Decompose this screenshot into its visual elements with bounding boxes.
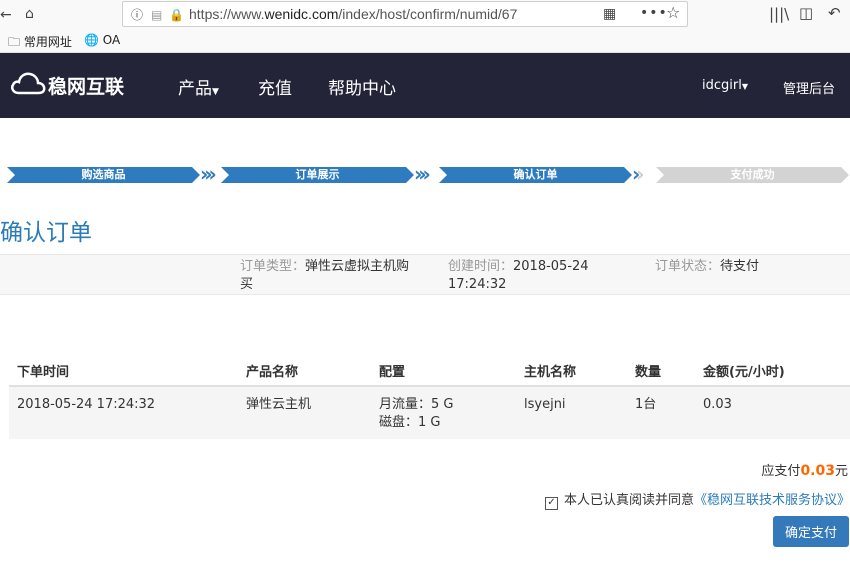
cell-time: 2018-05-24 17:24:32 [17,397,156,412]
bookmark-star-icon[interactable]: ☆ [666,5,680,21]
chevron-icon: ›› [632,162,645,186]
order-info-bar: 订单类型：弹性云虚拟主机购买 创建时间：2018-05-24 17:24:32 订… [0,254,850,295]
agreement-link[interactable]: 《稳网互联技术服务协议》 [694,493,850,508]
agree-checkbox[interactable]: ✓ [545,497,558,510]
bookmark-item[interactable]: 🌐 OA [84,33,120,47]
site-navbar: 稳网互联 产品▼ 充值 帮助中心 idcgirl▼ 管理后台 [0,53,850,118]
nav-help-center[interactable]: 帮助中心 [328,74,396,99]
globe-icon: 🌐 [84,33,99,47]
col-header: 主机名称 [524,365,577,380]
more-icon[interactable]: ••• [640,5,668,21]
col-header: 配置 [379,365,406,380]
lock-icon: 🔒 [169,8,184,22]
col-header: 金额(元/小时) [703,365,785,380]
step-1: 购选商品 [7,167,200,183]
qr-code-icon[interactable]: ▦ [603,6,616,22]
logo-text: 稳网互联 [48,76,125,98]
order-type: 订单类型：弹性云虚拟主机购买 [240,259,410,292]
undo-icon[interactable]: ↶ [828,5,841,21]
info-icon[interactable]: ⓘ [131,7,143,23]
confirm-pay-button[interactable]: 确定支付 [773,516,849,547]
chevron-icon: ››› [414,162,431,186]
chevron-icon: ››› [200,162,217,186]
step-2: 订单展示 [221,167,414,183]
browser-toolbar: ← ⌂ ⓘ ▤ 🔒 https://www.wenidc.com/index/h… [0,0,850,30]
bookmark-item[interactable]: 🗀 常用网址 [8,33,72,54]
step-3: 确认订单 [439,167,632,183]
cell-host: lsyejni [524,397,566,412]
total-payable: 应支付0.03元 [761,463,848,479]
cell-amount: 0.03 [703,397,732,412]
col-header: 下单时间 [17,365,70,380]
step-4: 支付成功 [656,167,849,183]
cell-config: 月流量：5 G 磁盘：1 G [379,397,454,430]
bookmarks-bar: 🗀 常用网址 🌐 OA [0,30,850,53]
cell-product: 弹性云主机 [246,397,312,412]
caret-down-icon: ▼ [741,82,748,91]
cloud-logo-icon [11,72,46,95]
page-title: 确认订单 [0,220,92,246]
order-created-time: 创建时间：2018-05-24 17:24:32 [448,259,589,292]
nav-recharge[interactable]: 充值 [258,74,292,99]
agreement: ✓ 本人已认真阅读并同意《稳网互联技术服务协议》 [545,489,850,510]
library-icon[interactable]: |||\ [769,6,789,22]
col-header: 数量 [635,365,662,380]
back-icon[interactable]: ← [0,7,12,23]
url-text: https://www.wenidc.com/index/host/confir… [189,6,518,22]
col-header: 产品名称 [246,365,299,380]
address-bar[interactable]: ⓘ ▤ 🔒 https://www.wenidc.com/index/host/… [122,1,688,27]
folder-icon: 🗀 [8,35,21,49]
nav-products[interactable]: 产品▼ [178,74,219,99]
sidebar-icon[interactable]: ◫ [799,5,813,21]
user-menu[interactable]: idcgirl▼ [702,78,748,93]
order-status: 订单状态：待支付 [655,259,760,274]
home-icon[interactable]: ⌂ [25,6,34,22]
cell-qty: 1台 [635,397,657,412]
admin-link[interactable]: 管理后台 [783,78,835,97]
order-progress: 购选商品 ››› 订单展示 ››› 确认订单 ›› 支付成功 [0,162,850,186]
page-icon: ▤ [151,8,163,22]
caret-down-icon: ▼ [212,87,219,97]
